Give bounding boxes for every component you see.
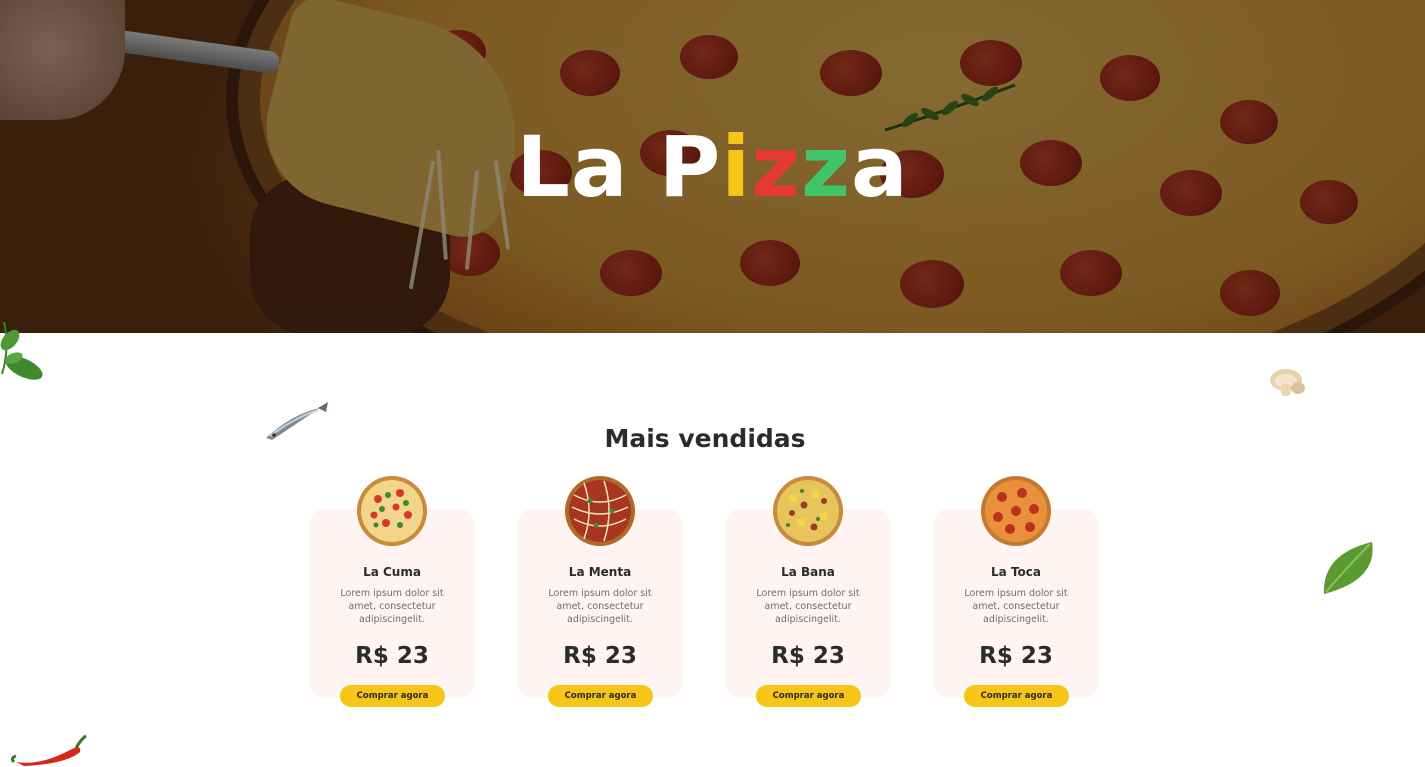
card-title: La Cuma bbox=[363, 565, 421, 579]
buy-now-button[interactable]: Comprar agora bbox=[964, 685, 1069, 707]
section-title: Mais vendidas bbox=[604, 424, 806, 453]
title-letter-i: i bbox=[721, 118, 752, 216]
card-description: Lorem ipsum dolor sit amet, consectetur … bbox=[340, 588, 444, 625]
product-card: La Cuma Lorem ipsum dolor sit amet, cons… bbox=[310, 476, 474, 707]
card-title: La Bana bbox=[781, 565, 835, 579]
product-card: La Menta Lorem ipsum dolor sit amet, con… bbox=[518, 476, 682, 707]
buy-now-button[interactable]: Comprar agora bbox=[340, 685, 445, 707]
basil-leaf-icon bbox=[0, 321, 43, 380]
product-card: La Toca Lorem ipsum dolor sit amet, cons… bbox=[934, 476, 1098, 707]
buy-now-button[interactable]: Comprar agora bbox=[548, 685, 653, 707]
product-card: La Bana Lorem ipsum dolor sit amet, cons… bbox=[726, 476, 890, 707]
hero-title: La Pizza bbox=[0, 118, 1425, 216]
card-price: R$ 23 bbox=[355, 643, 429, 669]
title-letter-a: a bbox=[850, 118, 909, 216]
chili-pepper-icon bbox=[10, 734, 87, 766]
card-title: La Toca bbox=[991, 565, 1041, 579]
mushroom-icon bbox=[1270, 369, 1305, 396]
title-part-la-p: La P bbox=[516, 118, 722, 216]
pizza-pepperoni-icon bbox=[981, 476, 1051, 546]
card-title: La Menta bbox=[568, 565, 632, 579]
title-letter-z1: z bbox=[751, 118, 802, 216]
buy-now-button[interactable]: Comprar agora bbox=[756, 685, 861, 707]
card-description: Lorem ipsum dolor sit amet, consectetur … bbox=[548, 588, 652, 625]
pizza-vegetable-icon bbox=[357, 476, 427, 546]
card-price: R$ 23 bbox=[563, 643, 637, 669]
card-price: R$ 23 bbox=[979, 643, 1053, 669]
card-description: Lorem ipsum dolor sit amet, consectetur … bbox=[756, 588, 860, 625]
title-letter-z2: z bbox=[801, 118, 851, 216]
hero-banner: La Pizza bbox=[0, 0, 1425, 333]
card-price: R$ 23 bbox=[771, 643, 845, 669]
pizza-pineapple-icon bbox=[773, 476, 843, 546]
pizza-drizzle-icon bbox=[565, 476, 635, 546]
green-leaf-icon bbox=[1323, 542, 1373, 594]
card-description: Lorem ipsum dolor sit amet, consectetur … bbox=[964, 588, 1068, 625]
